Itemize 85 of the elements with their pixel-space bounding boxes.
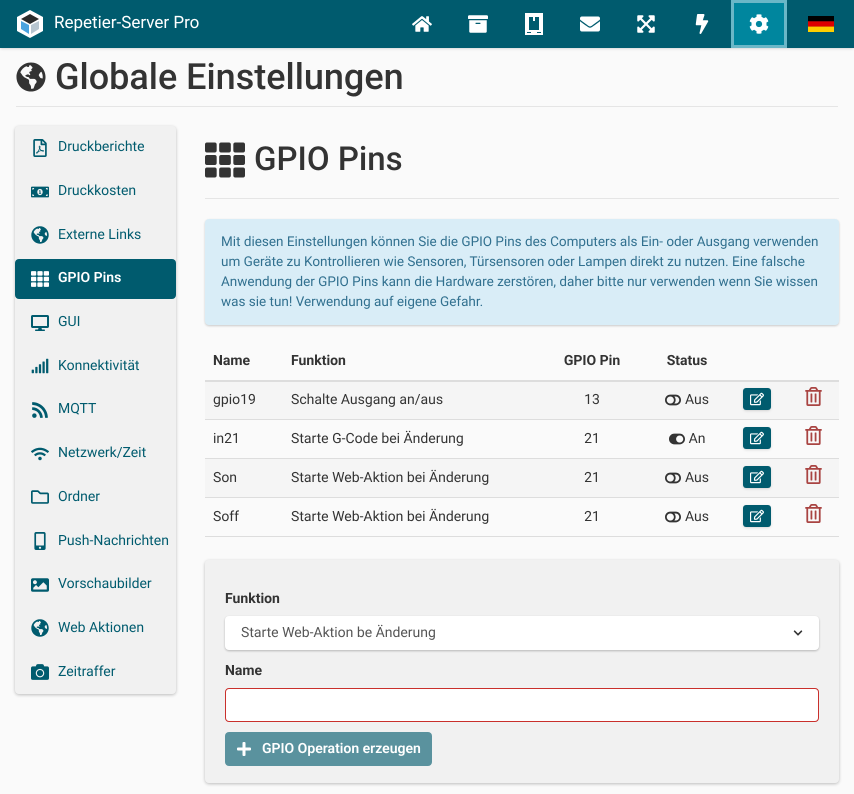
column-header: Name [205,342,283,380]
edit-button[interactable] [743,388,771,410]
plus-icon [236,741,252,757]
rss-icon [31,400,49,419]
sidebar-item[interactable]: Ordner [15,478,176,518]
settings-icon [749,14,769,34]
envelope-icon [580,14,600,34]
german-flag-icon [808,16,834,32]
trash-icon [804,465,822,484]
sidebar-item[interactable]: Zeitraffer [15,652,176,692]
info-alert: Mit diesen Einstellungen können Sie die GPIO Pins des Computers als Ein- oder Ausgang verwenden um Geräte zu Kontrollieren wie Sensoren, Türsensoren oder Lampen direkt zu nutzen. Eine falsche Anwendung der GPIO Pins kann die Hardware zerstören, daher bitte nur verwenden wenn Sie wissen was sie tun! Verwendung auf eigene Gefahr. [205,218,839,324]
table-cell: Starte G-Code bei Änderung [291,430,464,446]
delete-button[interactable] [804,426,822,445]
sidebar-item[interactable]: Push-Nachrichten [15,521,176,561]
wifi-icon [31,444,49,463]
edit-icon [750,430,764,444]
table-cell: Schalte Ausgang an/aus [291,392,444,408]
page-title: Globale Einstellungen [55,55,404,100]
edit-icon [750,470,764,484]
sidebar-item[interactable]: Druckberichte [15,128,176,168]
sidebar-item[interactable]: MQTT [15,390,176,430]
delete-button[interactable] [804,387,822,406]
trash-icon [804,426,822,445]
camera-icon [31,663,49,682]
sidebar-item[interactable]: Druckkosten [15,172,176,212]
globe-icon [31,226,49,244]
globe-icon [31,619,49,638]
toggle-off-icon[interactable] [664,470,681,486]
column-header: Status [647,342,727,380]
expand-icon [636,14,656,34]
chevron-down-icon [793,628,803,638]
monitor-icon [31,314,49,332]
sidebar-item[interactable]: Netzwerk/Zeit [15,434,176,474]
sidebar-item[interactable]: GPIO Pins [15,259,176,299]
sidebar-item[interactable]: Web Aktionen [15,608,176,648]
create-button[interactable]: GPIO Operation erzeugen [225,732,432,766]
table-cell: 21 [584,430,600,446]
table-cell: Son [213,470,238,486]
delete-button[interactable] [804,465,822,484]
table-cell: in21 [213,430,240,446]
function-select[interactable]: Starte Web-Aktion be Änderung [225,616,819,650]
table-cell: gpio19 [213,392,256,408]
image-icon [31,576,49,594]
edit-button[interactable] [743,466,771,488]
field-label: Name [225,662,264,681]
home-icon [412,14,432,34]
status-text: Aus [684,468,709,488]
trash-icon [804,387,822,406]
app-title: Repetier-Server Pro [54,12,200,36]
grid-icon [205,140,245,180]
table-cell: Starte Web-Aktion bei Änderung [291,508,490,524]
sidebar-item[interactable]: GUI [15,302,176,342]
logo-icon [16,9,44,39]
trash-icon [804,504,822,523]
table-cell: 21 [584,508,600,524]
sidebar-item[interactable]: Vorschaubilder [15,564,176,605]
archive-icon [468,14,488,34]
sidebar-item[interactable]: Konnektivität [15,346,176,386]
edit-icon [750,508,764,522]
column-header: Funktion [283,342,537,380]
grid-icon [31,270,49,288]
edit-button[interactable] [743,426,771,448]
table-cell: 21 [584,470,600,486]
toggle-off-icon[interactable] [664,509,681,525]
name-field[interactable] [225,688,819,722]
globe-icon [16,62,46,92]
column-header: GPIO Pin [537,342,647,380]
folder-icon [31,488,49,506]
section-title: GPIO Pins [254,139,403,181]
toggle-off-icon[interactable] [664,392,681,408]
tablet-icon [524,13,544,35]
table-cell: Soff [213,508,240,524]
signal-icon [31,357,49,376]
status-text: Aus [684,390,709,410]
field-label: Funktion [225,590,281,609]
edit-button[interactable] [743,504,771,526]
toggle-on-icon[interactable] [668,431,685,447]
status-text: An [688,430,706,448]
status-text: Aus [684,508,709,526]
table-cell: 13 [584,392,600,408]
delete-button[interactable] [804,504,822,523]
edit-icon [750,392,764,406]
sidebar-item[interactable]: Externe Links [15,215,176,256]
pdf-file-icon [31,138,49,157]
table-cell: Starte Web-Aktion bei Änderung [291,470,490,486]
